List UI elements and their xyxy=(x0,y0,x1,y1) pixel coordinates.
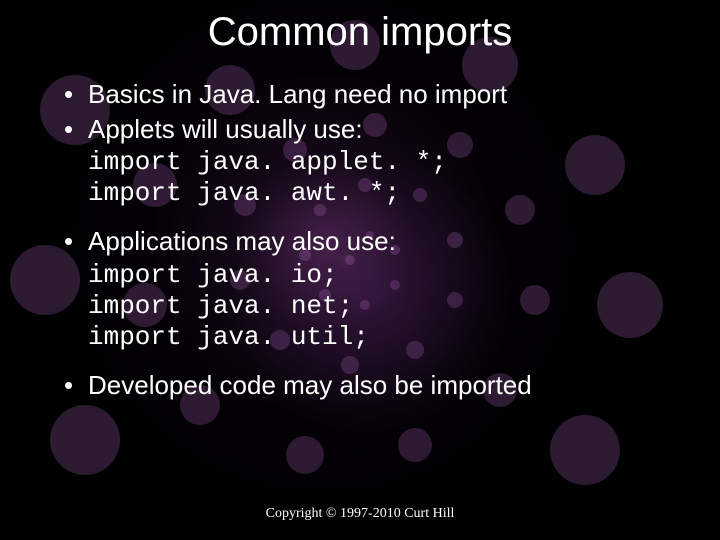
code-applets: import java. applet. *; import java. awt… xyxy=(60,147,680,209)
slide: Common imports Basics in Java. Lang need… xyxy=(0,0,720,540)
slide-title: Common imports xyxy=(0,10,720,55)
bullet-apps-intro: Applications may also use: xyxy=(60,225,680,258)
bullet-developed: Developed code may also be imported xyxy=(60,369,680,402)
bullet-basics: Basics in Java. Lang need no import xyxy=(60,78,680,111)
copyright-footer: Copyright © 1997-2010 Curt Hill xyxy=(0,506,720,522)
slide-body: Basics in Java. Lang need no import Appl… xyxy=(60,78,680,404)
bullet-applets-intro: Applets will usually use: xyxy=(60,113,680,146)
code-apps: import java. io; import java. net; impor… xyxy=(60,260,680,354)
